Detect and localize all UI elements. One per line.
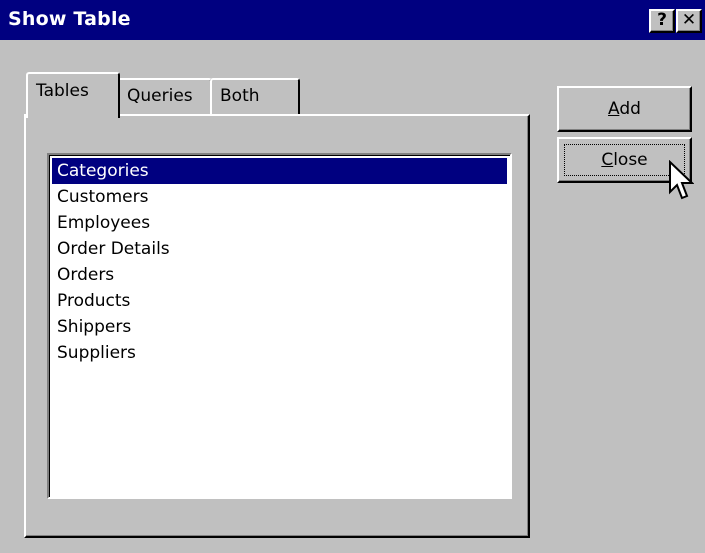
tab-label: Both	[220, 86, 260, 106]
list-item[interactable]: Products	[52, 288, 507, 314]
close-label-rest: lose	[613, 150, 648, 170]
list-item[interactable]: Order Details	[52, 236, 507, 262]
show-table-dialog: Show Table ? ✕ Tables Queries Both Categ…	[0, 0, 705, 553]
tab-queries[interactable]: Queries	[117, 78, 212, 114]
list-item[interactable]: Shippers	[52, 314, 507, 340]
title-bar[interactable]: Show Table ? ✕	[0, 0, 705, 40]
add-button[interactable]: Add	[557, 86, 692, 132]
list-item[interactable]: Employees	[52, 210, 507, 236]
mouse-pointer-icon	[669, 160, 694, 200]
tab-tables[interactable]: Tables	[26, 72, 120, 118]
tab-label: Tables	[36, 81, 89, 101]
close-mnemonic: C	[601, 150, 614, 170]
tab-label: Queries	[127, 86, 193, 106]
table-listbox[interactable]: Categories Customers Employees Order Det…	[47, 153, 512, 499]
tab-both[interactable]: Both	[210, 78, 300, 114]
list-item[interactable]: Orders	[52, 262, 507, 288]
close-button-label: Close	[601, 150, 647, 170]
help-icon: ?	[657, 10, 667, 30]
list-item[interactable]: Customers	[52, 184, 507, 210]
list-item[interactable]: Categories	[52, 158, 507, 184]
title-close-button[interactable]: ✕	[676, 9, 702, 33]
add-label-rest: dd	[619, 99, 641, 119]
add-button-label: Add	[608, 99, 641, 119]
list-item[interactable]: Suppliers	[52, 340, 507, 366]
dialog-title: Show Table	[8, 8, 131, 30]
add-mnemonic: A	[608, 99, 620, 119]
help-button[interactable]: ?	[649, 9, 675, 33]
close-icon: ✕	[681, 10, 697, 30]
